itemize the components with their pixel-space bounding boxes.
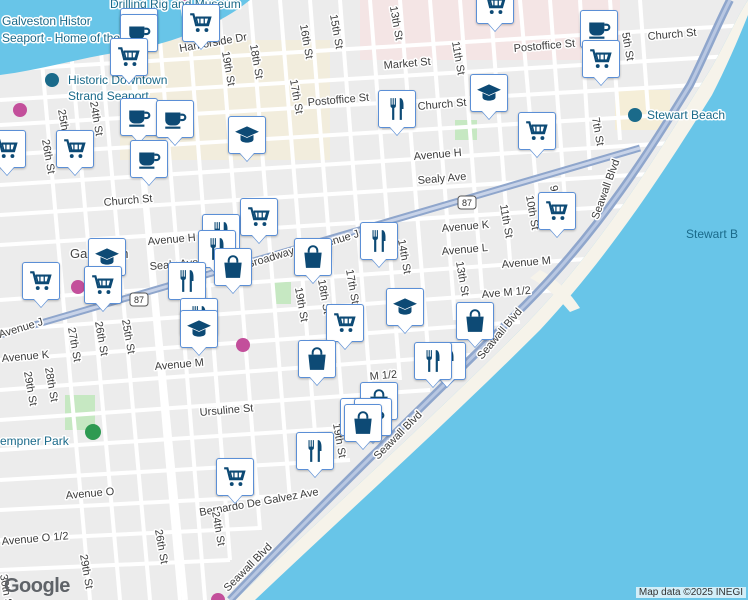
map-marker-graduation-cap[interactable] — [386, 288, 424, 326]
shopping-cart-icon — [116, 44, 142, 70]
graduation-cap-icon — [392, 294, 418, 320]
shopping-cart-icon — [90, 272, 116, 298]
stewart-beach-water-label[interactable]: Stewart B — [686, 227, 738, 241]
galveston-historic-label[interactable]: Galveston Histor — [1, 13, 93, 30]
shopping-bag-icon — [304, 346, 330, 372]
map-marker-graduation-cap[interactable] — [180, 310, 218, 348]
map-marker-shopping-bag[interactable] — [456, 302, 494, 340]
map-marker-restaurant[interactable] — [168, 262, 206, 300]
shopping-cart-icon — [28, 268, 54, 294]
museum-icon[interactable] — [13, 103, 27, 117]
shopping-cart-icon — [246, 204, 272, 230]
restaurant-icon — [384, 96, 410, 122]
map-marker-coffee[interactable] — [120, 98, 158, 136]
shopping-cart-icon — [332, 310, 358, 336]
map-marker-shopping-cart[interactable] — [476, 0, 514, 24]
coffee-icon — [586, 16, 612, 42]
svg-text:87: 87 — [462, 198, 472, 208]
highway-87-shield: 87 — [457, 195, 477, 210]
map-marker-shopping-cart[interactable] — [582, 40, 620, 78]
shopping-bag-icon — [300, 244, 326, 270]
shopping-cart-icon — [544, 198, 570, 224]
map-marker-shopping-bag[interactable] — [214, 248, 252, 286]
coffee-icon — [136, 146, 162, 172]
shopping-cart-icon — [524, 118, 550, 144]
map-marker-coffee[interactable] — [156, 100, 194, 138]
restaurant-icon — [302, 438, 328, 464]
coffee-icon — [162, 106, 188, 132]
park-icon[interactable] — [85, 424, 101, 440]
shopping-bag-icon — [220, 254, 246, 280]
graduation-cap-icon — [476, 80, 502, 106]
map-marker-shopping-bag[interactable] — [294, 238, 332, 276]
shopping-cart-icon — [588, 46, 614, 72]
map-marker-shopping-bag[interactable] — [344, 404, 382, 442]
map-marker-shopping-cart[interactable] — [518, 112, 556, 150]
shopping-bag-icon — [462, 308, 488, 334]
map-marker-shopping-cart[interactable] — [84, 266, 122, 304]
poi-dot[interactable] — [45, 73, 59, 87]
google-logo: Google — [4, 575, 70, 597]
graduation-cap-icon — [234, 122, 260, 148]
map-attribution: Map data ©2025 INEGI — [635, 587, 746, 598]
kempner-park-label[interactable]: empner Park — [0, 433, 71, 450]
shopping-cart-icon — [62, 136, 88, 162]
avenue-m-half-label: M 1/2 — [369, 369, 397, 383]
highway-87-shield: 87 — [129, 292, 149, 307]
restaurant-icon — [174, 268, 200, 294]
map-marker-shopping-cart[interactable] — [0, 130, 26, 168]
shopping-cart-icon — [222, 464, 248, 490]
map-marker-shopping-cart[interactable] — [110, 38, 148, 76]
seaport-label[interactable]: Seaport - Home of the — [1, 30, 122, 47]
graduation-cap-icon — [186, 316, 212, 342]
map-marker-graduation-cap[interactable] — [470, 74, 508, 112]
svg-text:87: 87 — [134, 295, 144, 305]
stewart-beach-label[interactable]: Stewart Beach — [646, 107, 727, 124]
restaurant-icon — [366, 228, 392, 254]
shopping-cart-icon — [482, 0, 508, 18]
map-marker-shopping-cart[interactable] — [22, 262, 60, 300]
map-marker-shopping-cart[interactable] — [182, 4, 220, 42]
shopping-cart-icon — [188, 10, 214, 36]
map-marker-restaurant[interactable] — [296, 432, 334, 470]
map-marker-shopping-cart[interactable] — [538, 192, 576, 230]
shopping-bag-icon — [350, 410, 376, 436]
restaurant-icon — [420, 348, 446, 374]
shopping-cart-icon — [0, 136, 20, 162]
map-marker-graduation-cap[interactable] — [228, 116, 266, 154]
map-marker-restaurant[interactable] — [360, 222, 398, 260]
museum-icon[interactable] — [71, 280, 85, 294]
park — [455, 120, 477, 140]
coffee-icon — [126, 104, 152, 130]
map-marker-shopping-cart[interactable] — [216, 458, 254, 496]
map-marker-shopping-bag[interactable] — [298, 340, 336, 378]
map-marker-restaurant[interactable] — [378, 90, 416, 128]
map-marker-restaurant[interactable] — [414, 342, 452, 380]
map-marker-shopping-cart[interactable] — [56, 130, 94, 168]
map-marker-coffee[interactable] — [130, 140, 168, 178]
map-marker-shopping-cart[interactable] — [326, 304, 364, 342]
beach-icon[interactable] — [628, 108, 642, 122]
museum-icon[interactable] — [236, 338, 250, 352]
map-marker-shopping-cart[interactable] — [240, 198, 278, 236]
